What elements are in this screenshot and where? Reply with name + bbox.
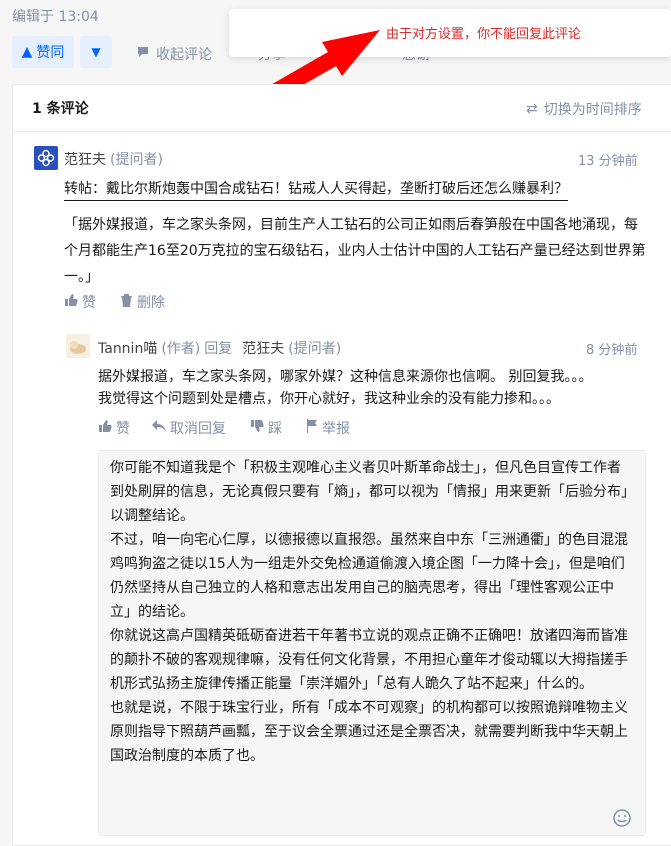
emoji-icon[interactable] <box>612 808 632 828</box>
thumbs-up-icon <box>64 293 78 311</box>
reply-editor-content[interactable]: 你可能不知道我是个「积极主观唯心主义者贝叶斯革命战士」，但凡色目宣传工作者到处刷… <box>110 456 630 768</box>
avatar[interactable] <box>34 146 58 170</box>
reply-target[interactable]: 范狂夫 <box>242 338 284 358</box>
editor-paragraph: 也就是说，不限于珠宝行业，所有「成本不可观察」的机构都可以按照诡辩唯物主义原则指… <box>110 700 628 764</box>
editor-paragraph: 不过，咱一向宅心仁厚，以德报德以直报怨。虽然来自中东「三洲通衢」的色目混混鸡鸣狗… <box>110 532 628 620</box>
edited-timestamp: 编辑于 13:04 <box>12 9 99 25</box>
collapse-comments-label: 收起评论 <box>156 47 212 63</box>
comment-delete-label: 删除 <box>137 295 165 311</box>
thumbs-up-icon <box>98 419 112 437</box>
comment-count: 1 条评论 <box>32 101 89 117</box>
thumbs-down-icon <box>250 419 264 437</box>
reply-arrow-icon <box>152 420 166 436</box>
dislike-label: 踩 <box>268 421 282 437</box>
cancel-reply-label: 取消回复 <box>170 421 226 437</box>
comment-body: 「据外媒报道，车之家头条网，目前生产人工钻石的公司正如雨后春笋般在中国各地涌现，… <box>64 217 646 285</box>
triangle-up-icon: ▲ <box>21 44 33 60</box>
cancel-reply-button[interactable]: 取消回复 <box>152 418 226 438</box>
reply-author[interactable]: Tannin喵 <box>98 338 157 358</box>
comment-like-label: 赞 <box>82 295 96 311</box>
reply-body-line-2: 我觉得这个问题到处是槽点，你开心就好，我这种业余的没有能力掺和。。。 <box>98 391 560 407</box>
sort-toggle-button[interactable]: ⇄ 切换为时间排序 <box>526 99 642 119</box>
reply-target-role: (提问者) <box>288 341 342 357</box>
swap-icon: ⇄ <box>526 101 538 117</box>
upvote-label: 赞同 <box>36 45 65 61</box>
comment-time: 13 分钟前 <box>578 154 638 169</box>
header-divider <box>12 131 671 132</box>
sort-toggle-label: 切换为时间排序 <box>543 102 642 118</box>
reply-disabled-message: 由于对方设置，你不能回复此评论 <box>386 27 582 42</box>
downvote-button[interactable]: ▼ <box>80 36 112 68</box>
flag-icon <box>306 419 318 437</box>
triangle-down-icon: ▼ <box>91 45 101 59</box>
comment-author[interactable]: 范狂夫 <box>64 149 106 169</box>
reply-author-role: (作者) <box>161 341 201 357</box>
comment-like-button[interactable]: 赞 <box>64 292 96 312</box>
comment-bubble-icon <box>136 45 150 63</box>
cat-avatar-icon <box>70 341 86 354</box>
reply-avatar[interactable] <box>66 334 90 358</box>
reply-like-label: 赞 <box>116 421 130 437</box>
editor-paragraph: 你就说这高卢国精英砥砺奋进若干年著书立说的观点正确不正确吧！放诸四海而皆准的颠扑… <box>110 628 628 692</box>
report-button[interactable]: 举报 <box>306 418 350 438</box>
flower-logo-icon <box>37 149 55 167</box>
dislike-button[interactable]: 踩 <box>250 418 282 438</box>
reply-word: 回复 <box>204 341 233 357</box>
repost-title: 转帖：戴比尔斯炮轰中国合成钻石！钻戒人人买得起，垄断打破后还怎么赚暴利？ <box>64 178 568 201</box>
editor-paragraph: 你可能不知道我是个「积极主观唯心主义者贝叶斯革命战士」，但凡色目宣传工作者到处刷… <box>110 460 628 524</box>
report-label: 举报 <box>322 421 350 437</box>
reply-like-button[interactable]: 赞 <box>98 418 130 438</box>
trash-icon <box>120 293 133 311</box>
upvote-button[interactable]: ▲ 赞同 <box>12 36 74 68</box>
collapse-comments-button[interactable]: 收起评论 <box>136 44 212 64</box>
reply-time: 8 分钟前 <box>586 343 638 358</box>
comment-delete-button[interactable]: 删除 <box>120 292 165 312</box>
comment-author-role: (提问者) <box>110 152 163 168</box>
